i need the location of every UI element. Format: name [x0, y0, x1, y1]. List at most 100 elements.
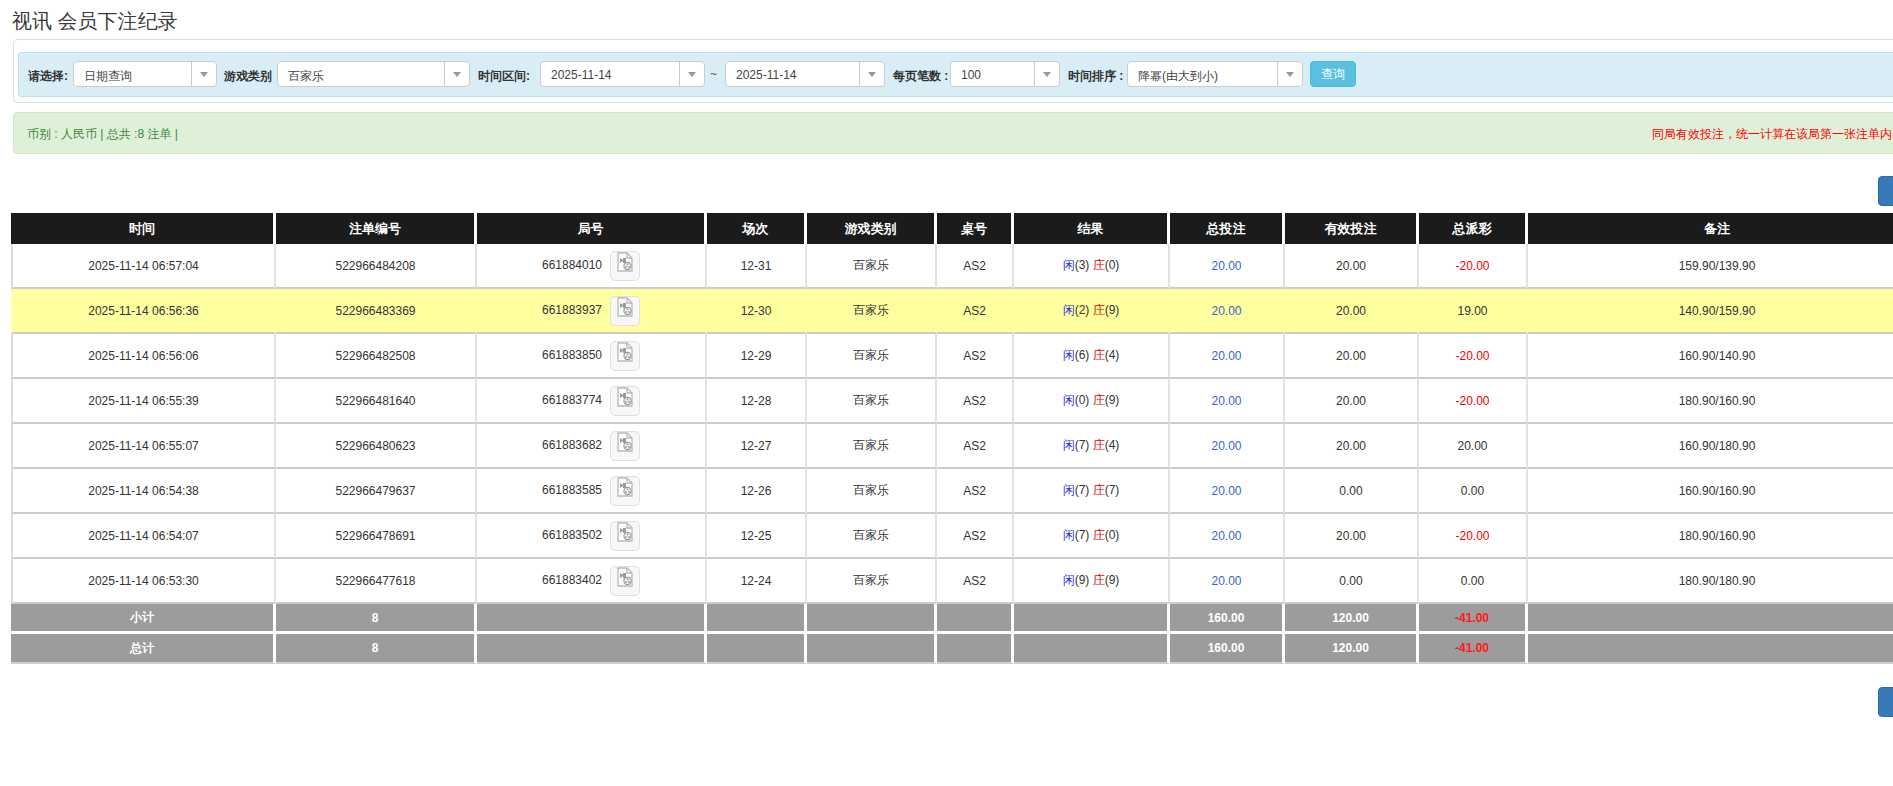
- table-header-row: 时间注单编号局号场次游戏类别桌号结果总投注有效投注总派彩备注: [11, 213, 1893, 244]
- chevron-down-icon[interactable]: [1034, 62, 1059, 86]
- cell-time: 2025-11-14 06:57:04: [11, 244, 276, 289]
- chevron-down-icon[interactable]: [1277, 62, 1302, 86]
- chevron-down-icon[interactable]: [859, 62, 884, 86]
- cell-time: 2025-11-14 06:54:07: [11, 514, 276, 559]
- cell-result: 闲(7) 庄(4): [1014, 424, 1170, 469]
- column-header: 总投注: [1170, 213, 1285, 244]
- cell-table-no: AS2: [937, 424, 1014, 469]
- table-row: 2025-11-14 06:54:38522966479637661883585…: [11, 469, 1893, 514]
- video-replay-icon[interactable]: [610, 341, 640, 371]
- cell-session: 12-26: [707, 469, 807, 514]
- subtotal-row: 小计8160.00120.00-41.00: [11, 604, 1893, 634]
- cell-table-no: AS2: [937, 469, 1014, 514]
- banker-label: 庄: [1093, 573, 1105, 587]
- cell-table-no: AS2: [937, 559, 1014, 604]
- video-replay-icon[interactable]: [610, 476, 640, 506]
- video-replay-icon[interactable]: [610, 386, 640, 416]
- total-empty: [807, 604, 937, 634]
- cell-valid-bet: 0.00: [1285, 469, 1419, 514]
- table-row: 2025-11-14 06:55:07522966480623661883682…: [11, 424, 1893, 469]
- sort-order-select[interactable]: 降幂(由大到小): [1127, 61, 1303, 87]
- banker-label: 庄: [1093, 438, 1105, 452]
- chevron-down-icon[interactable]: [444, 62, 469, 86]
- cell-table-no: AS2: [937, 334, 1014, 379]
- video-replay-icon[interactable]: [610, 431, 640, 461]
- player-label: 闲: [1063, 258, 1075, 272]
- total-count: 8: [276, 634, 477, 664]
- cell-total-bet: 20.00: [1170, 334, 1285, 379]
- cell-game-type: 百家乐: [807, 559, 937, 604]
- banker-label: 庄: [1093, 483, 1105, 497]
- column-header: 场次: [707, 213, 807, 244]
- cell-result: 闲(7) 庄(7): [1014, 469, 1170, 514]
- chevron-down-icon[interactable]: [191, 62, 216, 86]
- tilde-separator: ~: [710, 67, 717, 81]
- total-valid-bet: 120.00: [1285, 634, 1419, 664]
- cell-payout: -20.00: [1419, 514, 1528, 559]
- cell-bet-id: 522966477618: [276, 559, 477, 604]
- game-type-select[interactable]: 百家乐: [277, 61, 470, 87]
- video-replay-icon[interactable]: [610, 521, 640, 551]
- cell-result: 闲(2) 庄(9): [1014, 289, 1170, 334]
- scroll-bottom-button[interactable]: [1878, 687, 1893, 717]
- cell-time: 2025-11-14 06:54:38: [11, 469, 276, 514]
- game-type-label: 游戏类别: [224, 68, 272, 85]
- cell-payout: 0.00: [1419, 469, 1528, 514]
- table-row: 2025-11-14 06:54:07522966478691661883502…: [11, 514, 1893, 559]
- cell-session: 12-24: [707, 559, 807, 604]
- scroll-top-button[interactable]: [1878, 176, 1893, 206]
- column-header: 有效投注: [1285, 213, 1419, 244]
- search-button[interactable]: 查询: [1310, 61, 1356, 87]
- total-valid-bet: 120.00: [1285, 604, 1419, 634]
- cell-valid-bet: 0.00: [1285, 559, 1419, 604]
- sort-order-label: 时间排序 :: [1068, 68, 1123, 85]
- total-payout: -41.00: [1419, 634, 1528, 664]
- cell-valid-bet: 20.00: [1285, 244, 1419, 289]
- cell-remark: 160.90/180.90: [1528, 424, 1893, 469]
- column-header: 总派彩: [1419, 213, 1528, 244]
- date-from-select[interactable]: 2025-11-14: [540, 61, 705, 87]
- cell-remark: 160.90/140.90: [1528, 334, 1893, 379]
- cell-total-bet: 20.00: [1170, 424, 1285, 469]
- cell-bet-id: 522966483369: [276, 289, 477, 334]
- cell-valid-bet: 20.00: [1285, 334, 1419, 379]
- query-type-select[interactable]: 日期查询: [73, 61, 217, 87]
- page-title: 视讯 会员下注纪录: [12, 8, 178, 35]
- summary-currency-count: 币别 : 人民币 | 总共 :8 注单 |: [27, 126, 178, 143]
- cell-game-type: 百家乐: [807, 514, 937, 559]
- cell-remark: 180.90/180.90: [1528, 559, 1893, 604]
- banker-label: 庄: [1093, 348, 1105, 362]
- table-row: 2025-11-14 06:57:04522966484208661884010…: [11, 244, 1893, 289]
- column-header: 局号: [477, 213, 707, 244]
- cell-total-bet: 20.00: [1170, 559, 1285, 604]
- cell-bet-id: 522966481640: [276, 379, 477, 424]
- column-header: 时间: [11, 213, 276, 244]
- player-label: 闲: [1063, 483, 1075, 497]
- cell-bet-id: 522966482508: [276, 334, 477, 379]
- cell-payout: 19.00: [1419, 289, 1528, 334]
- cell-round-id: 661883774: [477, 379, 707, 424]
- player-label: 闲: [1063, 348, 1075, 362]
- date-to-select[interactable]: 2025-11-14: [725, 61, 885, 87]
- chevron-down-icon[interactable]: [679, 62, 704, 86]
- column-header: 注单编号: [276, 213, 477, 244]
- total-empty: [937, 634, 1014, 664]
- cell-result: 闲(7) 庄(0): [1014, 514, 1170, 559]
- total-empty: [1528, 604, 1893, 634]
- cell-valid-bet: 20.00: [1285, 424, 1419, 469]
- page-size-select[interactable]: 100: [950, 61, 1060, 87]
- cell-game-type: 百家乐: [807, 469, 937, 514]
- cell-round-id: 661883850: [477, 334, 707, 379]
- page: 视讯 会员下注纪录 请选择: 日期查询 游戏类别 百家乐 时间区间: 2025-…: [0, 0, 1893, 786]
- cell-time: 2025-11-14 06:56:06: [11, 334, 276, 379]
- cell-payout: -20.00: [1419, 334, 1528, 379]
- total-empty: [477, 604, 707, 634]
- total-empty: [937, 604, 1014, 634]
- cell-payout: 0.00: [1419, 559, 1528, 604]
- grandtotal-row: 总计8160.00120.00-41.00: [11, 634, 1893, 664]
- video-replay-icon[interactable]: [610, 566, 640, 596]
- video-replay-icon[interactable]: [610, 251, 640, 281]
- video-replay-icon[interactable]: [610, 296, 640, 326]
- player-label: 闲: [1063, 528, 1075, 542]
- cell-round-id: 661883502: [477, 514, 707, 559]
